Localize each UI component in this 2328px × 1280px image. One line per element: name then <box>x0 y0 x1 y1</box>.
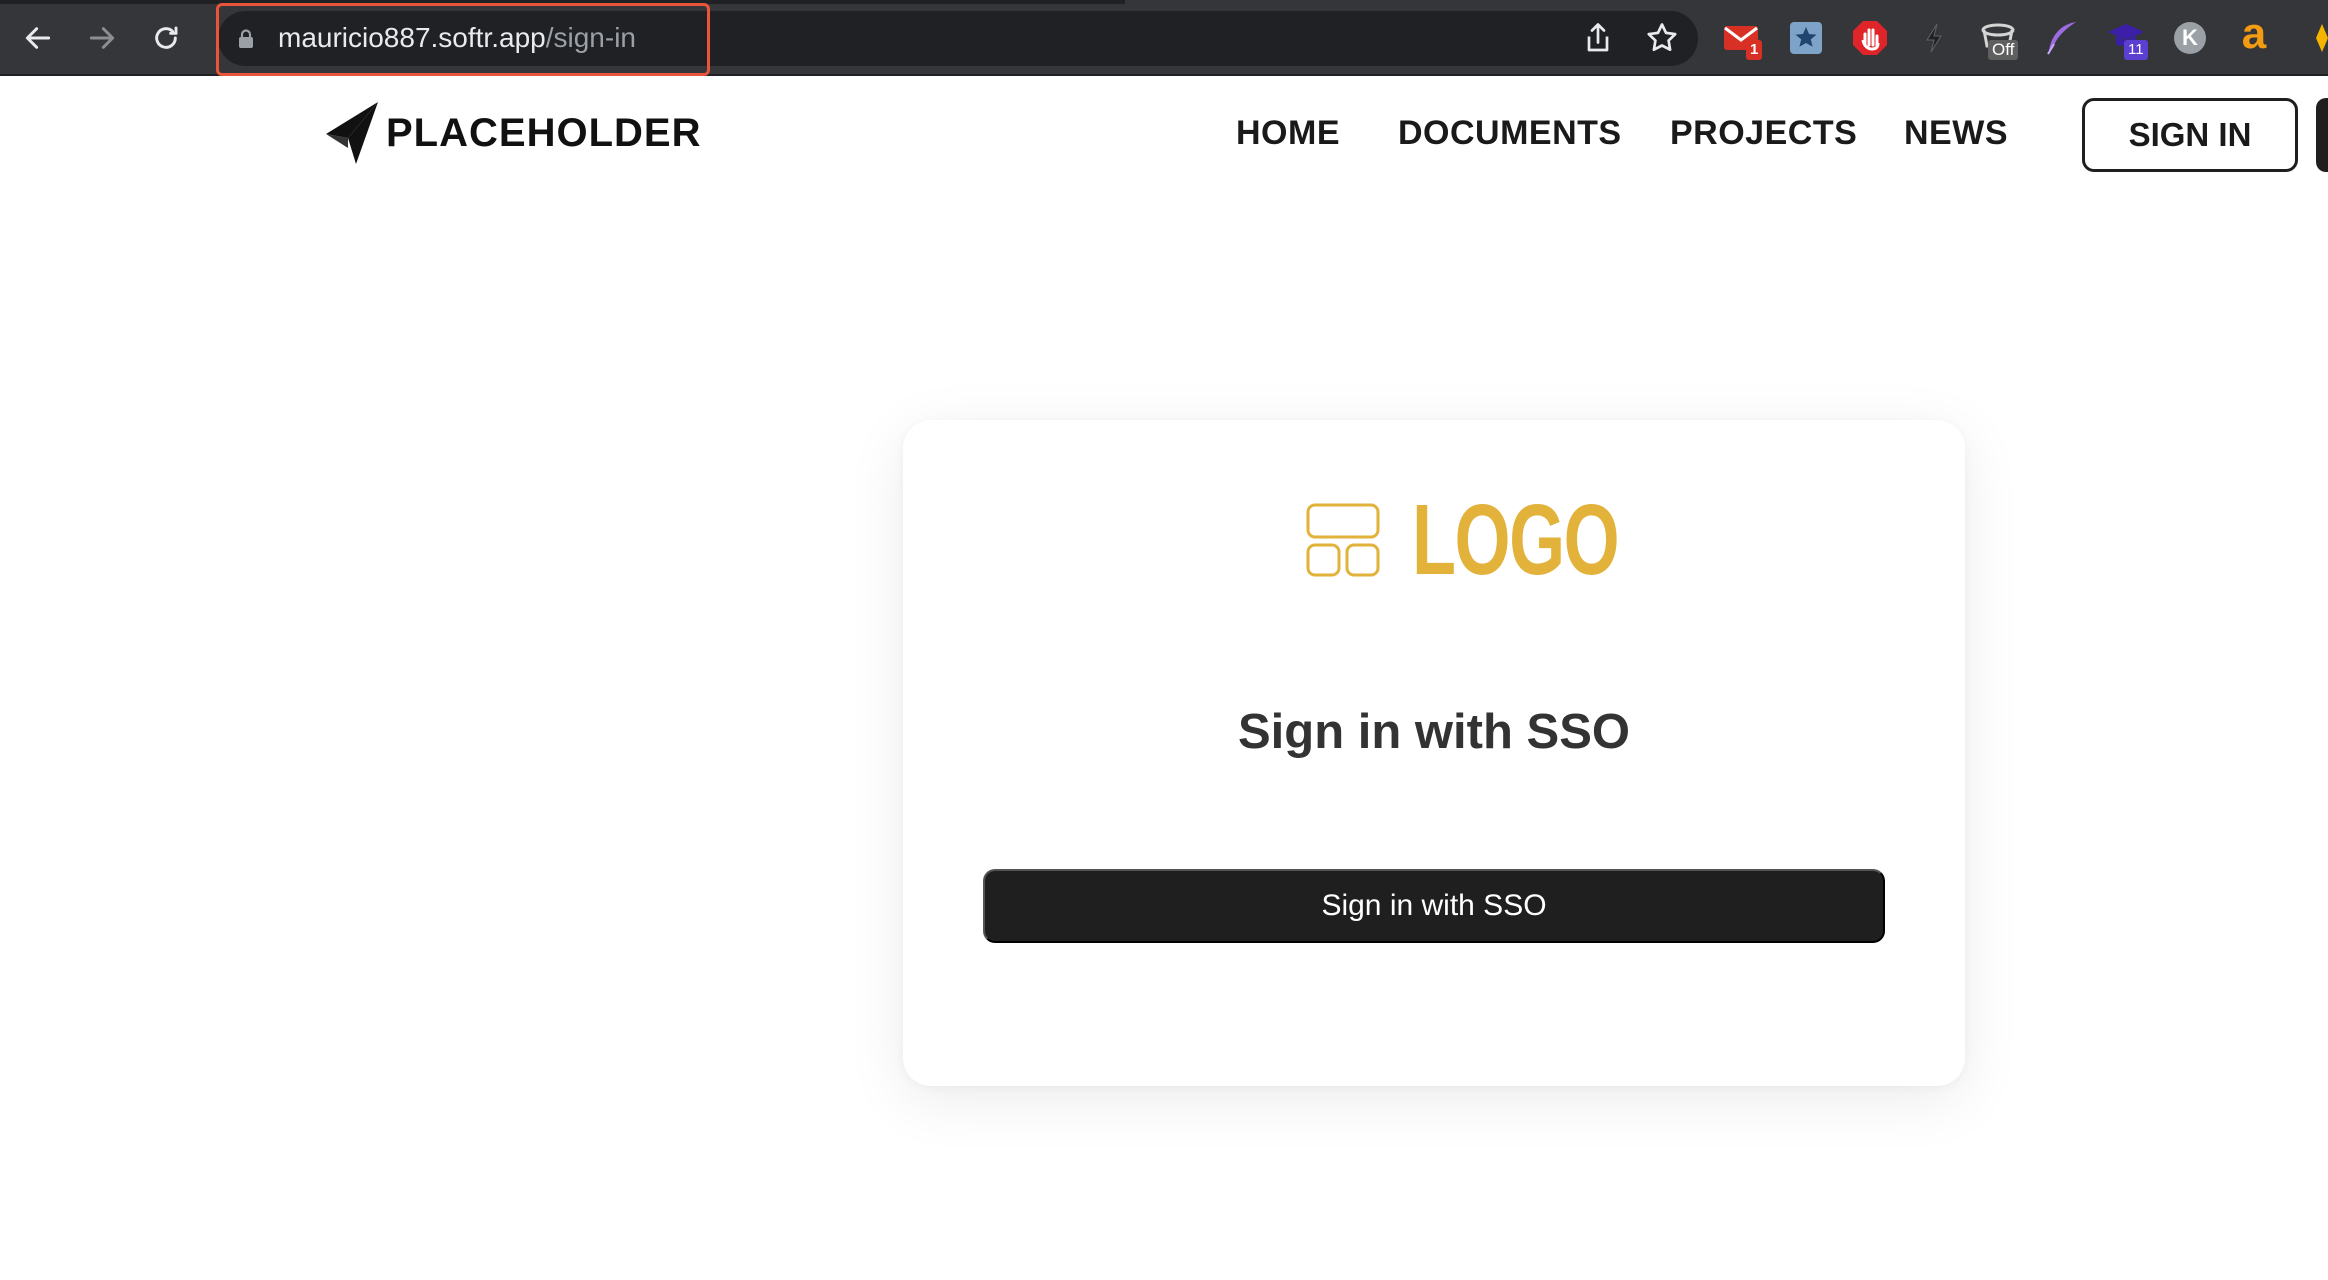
url-path: /sign-in <box>545 22 636 53</box>
share-icon[interactable] <box>1580 20 1616 56</box>
back-arrow-icon <box>25 27 51 49</box>
graduation-cap-badge: 11 <box>2124 40 2148 60</box>
adblock-hand-icon[interactable] <box>1850 18 1890 58</box>
site-header: PLACEHOLDER HOME DOCUMENTS PROJECTS NEWS… <box>0 78 2328 198</box>
gmail-badge: 1 <box>1746 40 1763 60</box>
lightning-extension-icon[interactable] <box>1914 18 1954 58</box>
brand-logo[interactable]: PLACEHOLDER <box>324 100 701 166</box>
nav-projects[interactable]: PROJECTS <box>1670 114 1857 153</box>
lock-icon[interactable] <box>238 29 254 49</box>
layout-grid-logo-icon <box>1306 503 1380 577</box>
bookmark-star-icon[interactable] <box>1644 20 1680 56</box>
profile-k-letter: K <box>2182 25 2198 50</box>
reload-button[interactable] <box>146 18 186 58</box>
sign-in-sso-button[interactable]: Sign in with SSO <box>983 869 1885 943</box>
forward-arrow-icon <box>89 27 115 49</box>
url-host: mauricio887.softr.app <box>278 22 546 53</box>
brand-name: PLACEHOLDER <box>386 110 702 155</box>
logo-text: LOGO <box>1412 484 1620 596</box>
amazon-assistant-icon[interactable]: a <box>2234 12 2274 58</box>
gmail-icon[interactable]: 1 <box>1722 18 1763 60</box>
header-cutoff-button[interactable] <box>2316 98 2328 172</box>
graduation-cap-extension-icon[interactable]: 11 <box>2106 18 2148 60</box>
cup-off-badge: Off <box>1988 40 2019 60</box>
nav-home[interactable]: HOME <box>1236 114 1340 153</box>
header-sign-in-button[interactable]: SIGN IN <box>2082 98 2298 172</box>
cup-extension-icon[interactable]: Off <box>1978 18 2019 60</box>
reload-icon <box>155 26 178 49</box>
sign-in-card: LOGO Sign in with SSO Sign in with SSO <box>903 420 1965 1086</box>
amazon-letter: a <box>2241 9 2267 58</box>
extension-cutoff-icon[interactable] <box>2302 18 2328 58</box>
bookmark-star-extension-icon[interactable] <box>1786 18 1826 58</box>
tab-strip-edge <box>0 0 1125 4</box>
card-title: Sign in with SSO <box>1238 705 1630 759</box>
url-text[interactable]: mauricio887.softr.app/sign-in <box>278 20 636 56</box>
card-logo: LOGO <box>903 490 1965 590</box>
nav-news[interactable]: NEWS <box>1904 114 2008 153</box>
back-button[interactable] <box>18 18 58 58</box>
profile-k-icon[interactable]: K <box>2170 18 2210 58</box>
nav-documents[interactable]: DOCUMENTS <box>1398 114 1622 153</box>
paper-plane-logo-icon <box>326 102 378 164</box>
forward-button[interactable] <box>82 18 122 58</box>
browser-toolbar: mauricio887.softr.app/sign-in 1 Off 11 K… <box>0 0 2328 76</box>
quill-extension-icon[interactable] <box>2042 18 2082 58</box>
